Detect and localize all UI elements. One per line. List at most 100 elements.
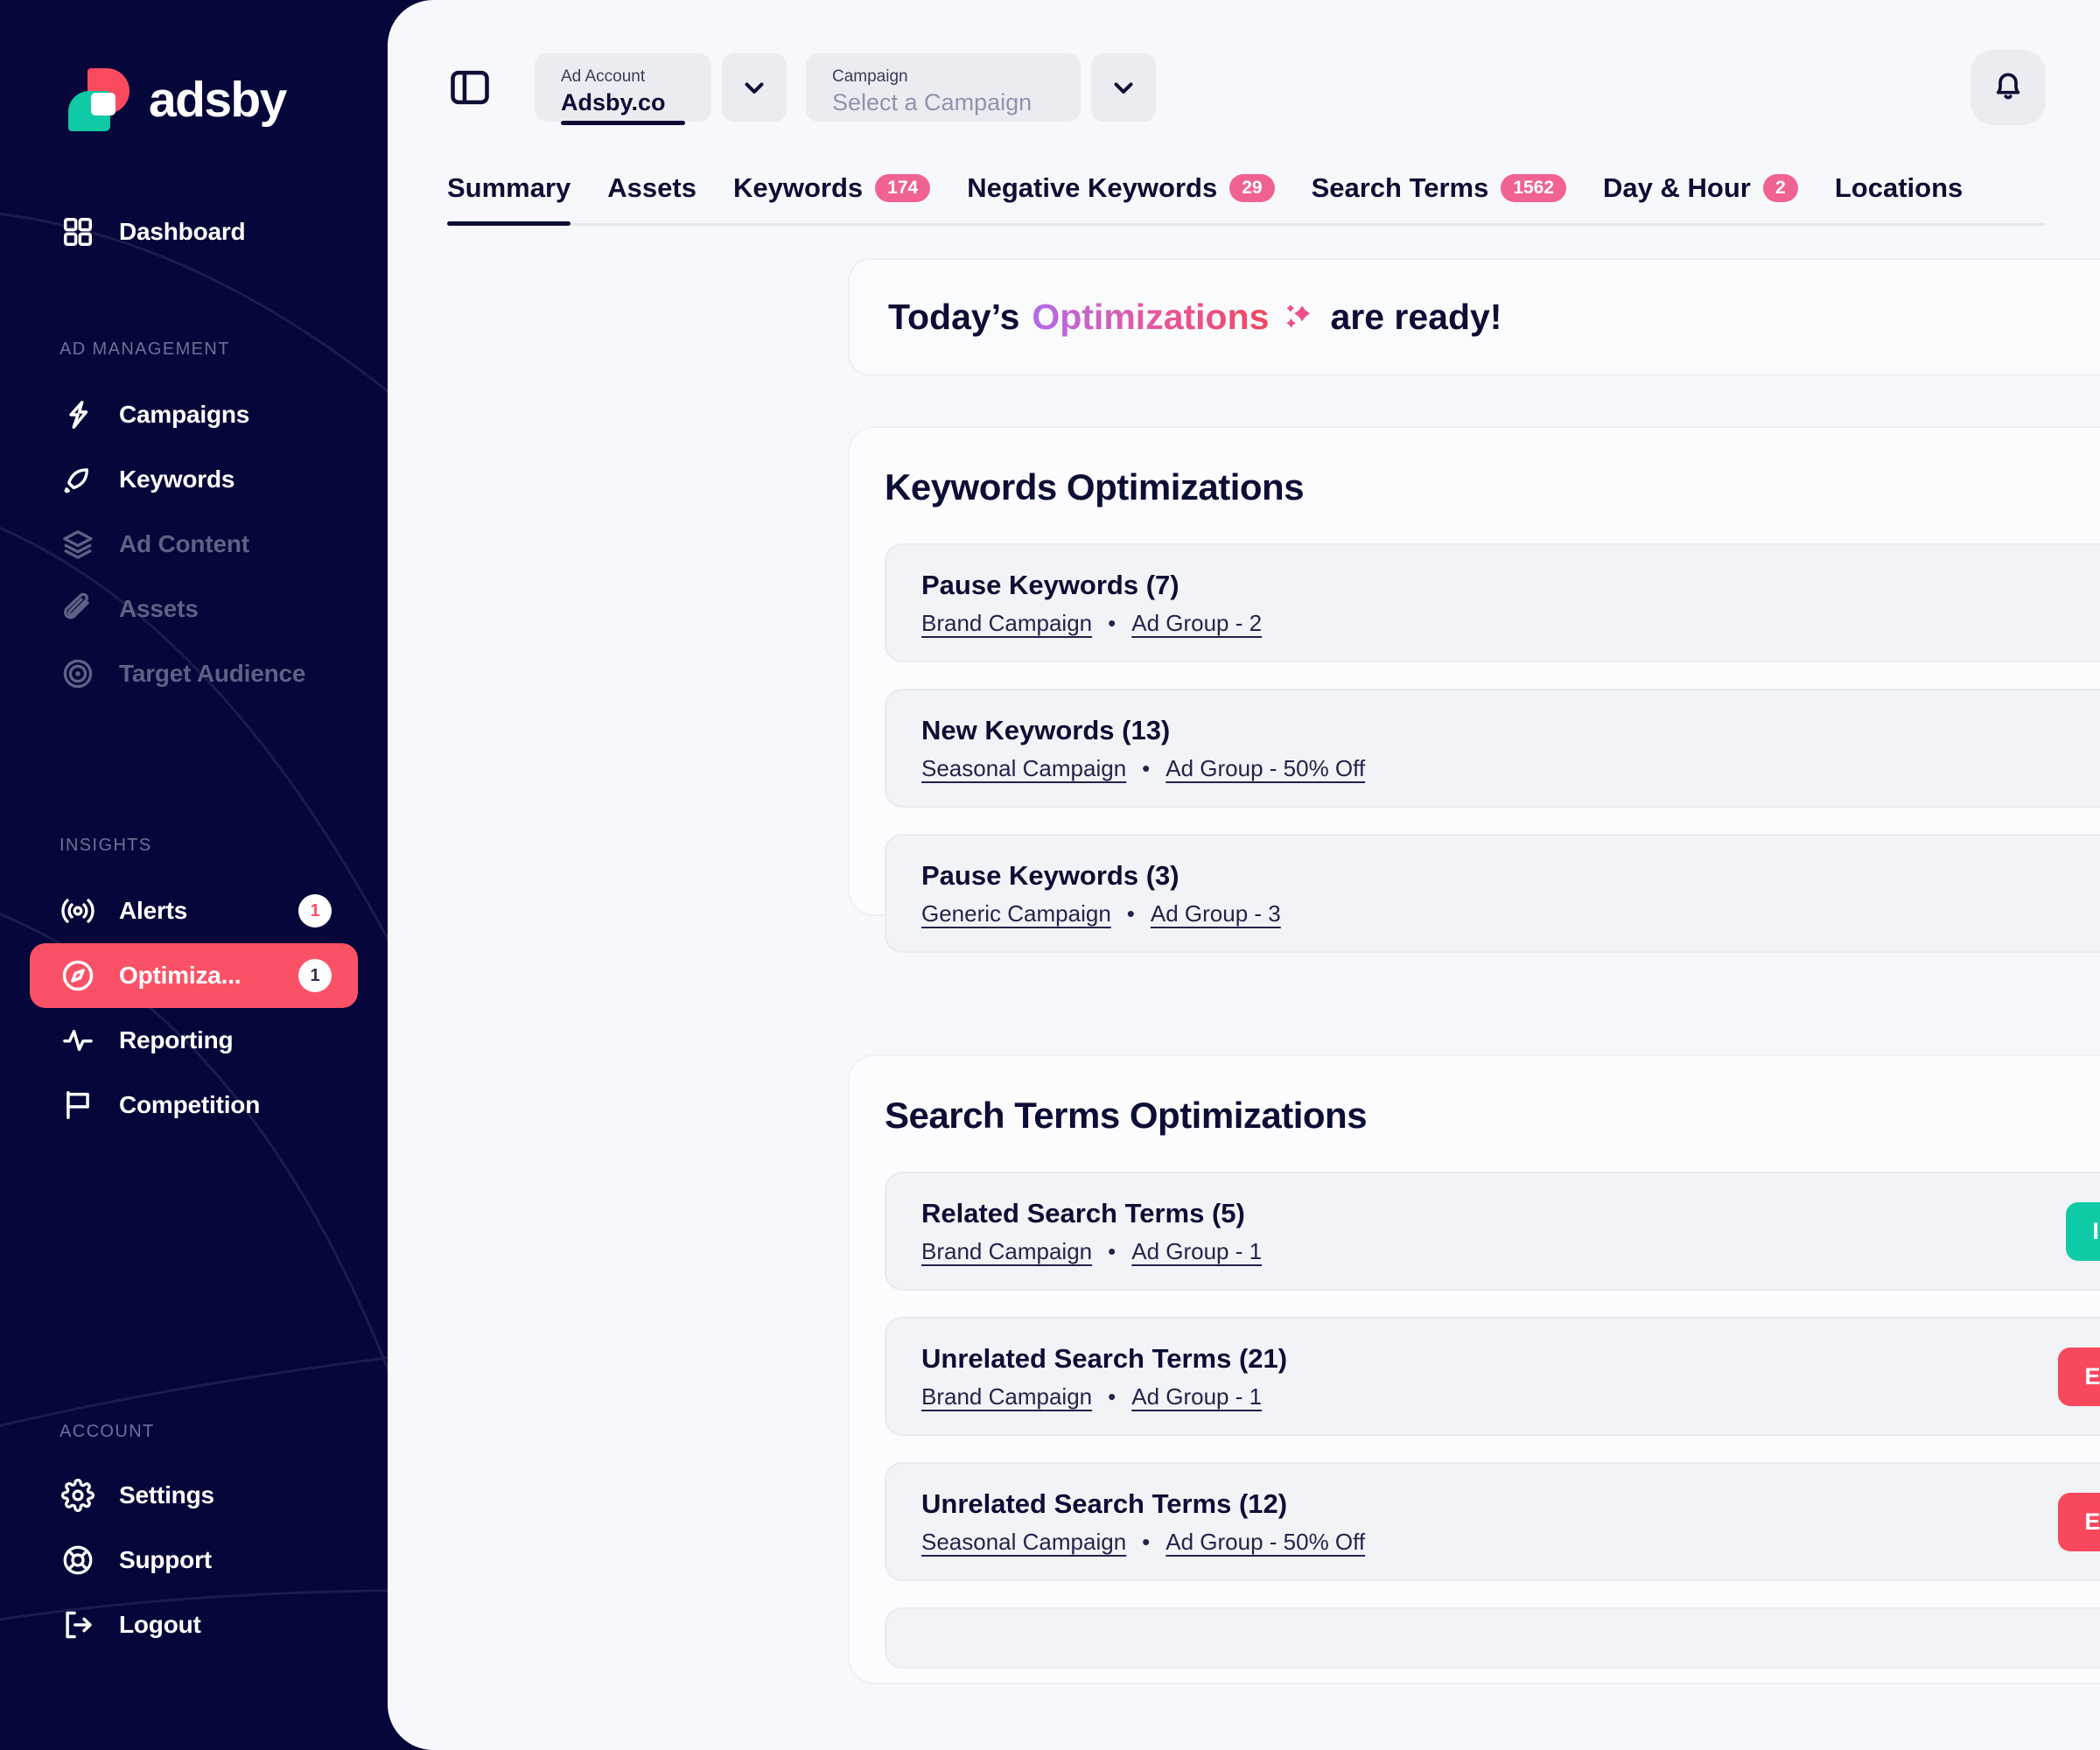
tab-badge: 1562: [1501, 174, 1567, 202]
campaign-link[interactable]: Seasonal Campaign: [921, 1529, 1126, 1556]
lifebuoy-icon: [60, 1542, 96, 1578]
ad-group-link[interactable]: Ad Group - 2: [1131, 610, 1262, 637]
sidebar-item-ad-content[interactable]: Ad Content: [30, 512, 358, 577]
search-terms-optimizations-section: Search Terms Optimizations Related Searc…: [848, 1054, 2100, 1684]
sidebar-item-alerts[interactable]: Alerts 1: [30, 878, 358, 943]
meta-separator: •: [1126, 900, 1135, 927]
campaign-link[interactable]: Generic Campaign: [921, 900, 1111, 928]
sidebar-item-dashboard[interactable]: Dashboard: [30, 200, 358, 264]
optimization-row: Pause Keywords (3) Generic Campaign • Ad…: [885, 834, 2100, 953]
sidebar-item-campaigns[interactable]: Campaigns: [30, 382, 358, 447]
top-bar: Ad Account Adsby.co Campaign Select a Ca…: [388, 0, 2100, 175]
sidebar-item-optimizations[interactable]: Optimiza... 1: [30, 943, 358, 1008]
ad-group-link[interactable]: Ad Group - 1: [1131, 1383, 1262, 1410]
exclude-search-terms-button[interactable]: Exclude Search Terms: [2058, 1492, 2100, 1551]
sidebar-item-competition[interactable]: Competition: [30, 1073, 358, 1138]
sidebar: adsby Dashboard AD MANAGEMENT Campaigns: [0, 0, 388, 1750]
campaign-link[interactable]: Brand Campaign: [921, 610, 1092, 637]
tab-search-terms[interactable]: Search Terms 1562: [1311, 172, 1567, 209]
sidebar-item-label: Settings: [119, 1481, 214, 1508]
tab-negative-keywords[interactable]: Negative Keywords 29: [967, 172, 1275, 209]
row-title: Related Search Terms (5): [921, 1197, 1245, 1228]
optimizations-banner[interactable]: Today’s Optimizations are ready!: [848, 258, 2100, 376]
ad-group-link[interactable]: Ad Group - 50% Off: [1166, 1529, 1365, 1556]
banner-text: Today’s Optimizations are ready!: [888, 297, 1502, 338]
sidebar-item-label: Campaigns: [119, 401, 250, 428]
paperclip-icon: [60, 591, 96, 627]
tab-label: Day & Hour: [1603, 172, 1751, 203]
keywords-optimizations-section: Keywords Optimizations Pause Keywords (7…: [848, 426, 2100, 953]
optimization-row: Unrelated Search Terms (12) Seasonal Cam…: [885, 1462, 2100, 1581]
sidebar-item-reporting[interactable]: Reporting: [30, 1008, 358, 1073]
tab-summary[interactable]: Summary: [447, 172, 571, 226]
ad-account-underline: [561, 121, 685, 125]
sidebar-item-label: Reporting: [119, 1026, 234, 1054]
row-info: Related Search Terms (5) Brand Campaign …: [921, 1198, 1262, 1265]
optimization-row-partial: [885, 1607, 2100, 1669]
broadcast-icon: [60, 892, 96, 929]
app-logo[interactable]: adsby: [68, 68, 287, 131]
sidebar-item-target-audience[interactable]: Target Audience: [30, 641, 358, 706]
logout-icon: [60, 1606, 96, 1643]
ad-group-link[interactable]: Ad Group - 50% Off: [1166, 755, 1365, 782]
lightning-icon: [60, 396, 96, 433]
campaign-placeholder: Select a Campaign: [832, 88, 1032, 116]
campaign-link[interactable]: Brand Campaign: [921, 1238, 1092, 1265]
sidebar-item-keywords[interactable]: Keywords: [30, 447, 358, 512]
exclude-search-terms-button[interactable]: Exclude Search Terms: [2058, 1347, 2100, 1406]
ad-group-link[interactable]: Ad Group - 1: [1131, 1238, 1262, 1265]
sidebar-item-settings[interactable]: Settings: [30, 1463, 358, 1528]
tab-label: Keywords: [732, 172, 864, 203]
ad-account-value: Adsby.co: [561, 88, 666, 116]
sidebar-item-support[interactable]: Support: [30, 1528, 358, 1592]
notifications-button[interactable]: [1970, 50, 2046, 125]
ad-account-selector[interactable]: Ad Account Adsby.co: [535, 53, 787, 125]
meta-separator: •: [1108, 609, 1116, 636]
campaign-link[interactable]: Brand Campaign: [921, 1383, 1092, 1410]
row-title: Unrelated Search Terms (12): [921, 1488, 1288, 1519]
campaign-chevron-down-icon[interactable]: [1091, 53, 1156, 122]
ad-account-field[interactable]: Ad Account Adsby.co: [535, 53, 711, 122]
sidebar-badge-alerts: 1: [298, 894, 332, 928]
ad-group-link[interactable]: Ad Group - 3: [1151, 900, 1281, 928]
sidebar-item-logout[interactable]: Logout: [30, 1592, 358, 1657]
tab-bar: Summary Assets Keywords 174 Negative Key…: [447, 172, 2045, 226]
main-panel: Ad Account Adsby.co Campaign Select a Ca…: [388, 0, 2100, 1750]
include-search-terms-button[interactable]: Include Search Terms: [2066, 1201, 2100, 1261]
sidebar-item-label: Ad Content: [119, 530, 249, 557]
sidebar-toggle-icon[interactable]: [447, 65, 493, 110]
sidebar-group-ad-management: AD MANAGEMENT: [60, 340, 230, 359]
tab-label: Assets: [607, 172, 696, 203]
row-title: New Keywords (13): [921, 714, 1171, 746]
banner-highlight: Optimizations: [1032, 297, 1270, 337]
row-title: Pause Keywords (7): [921, 569, 1180, 600]
tab-label: Summary: [447, 172, 571, 203]
tab-keywords[interactable]: Keywords 174: [732, 172, 931, 209]
adsby-logo-text: adsby: [149, 72, 287, 128]
row-title: Unrelated Search Terms (21): [921, 1342, 1288, 1374]
tab-badge: 174: [875, 174, 931, 202]
tab-label: Negative Keywords: [967, 172, 1218, 203]
tab-label: Search Terms: [1311, 172, 1489, 203]
campaign-selector[interactable]: Campaign Select a Campaign: [806, 53, 1156, 122]
sidebar-item-assets[interactable]: Assets: [30, 577, 358, 641]
sidebar-item-label: Optimiza...: [119, 962, 242, 989]
tab-assets[interactable]: Assets: [607, 172, 696, 209]
sidebar-item-label: Target Audience: [119, 660, 306, 687]
meta-separator: •: [1142, 1528, 1151, 1555]
campaign-field[interactable]: Campaign Select a Campaign: [806, 53, 1081, 122]
campaign-label: Campaign: [832, 67, 908, 86]
tab-day-and-hour[interactable]: Day & Hour 2: [1603, 172, 1798, 209]
ad-account-chevron-down-icon[interactable]: [722, 53, 787, 122]
ad-account-label: Ad Account: [561, 67, 646, 86]
sidebar-item-label: Logout: [119, 1611, 201, 1638]
sidebar-badge-optimizations: 1: [298, 959, 332, 992]
campaign-link[interactable]: Seasonal Campaign: [921, 755, 1126, 782]
optimization-row: Pause Keywords (7) Brand Campaign • Ad G…: [885, 543, 2100, 662]
bell-icon: [1989, 66, 2027, 109]
optimization-row: Related Search Terms (5) Brand Campaign …: [885, 1172, 2100, 1291]
tab-locations[interactable]: Locations: [1835, 172, 1963, 209]
compass-icon: [60, 957, 96, 994]
row-info: Unrelated Search Terms (12) Seasonal Cam…: [921, 1488, 1365, 1556]
flag-icon: [60, 1087, 96, 1124]
